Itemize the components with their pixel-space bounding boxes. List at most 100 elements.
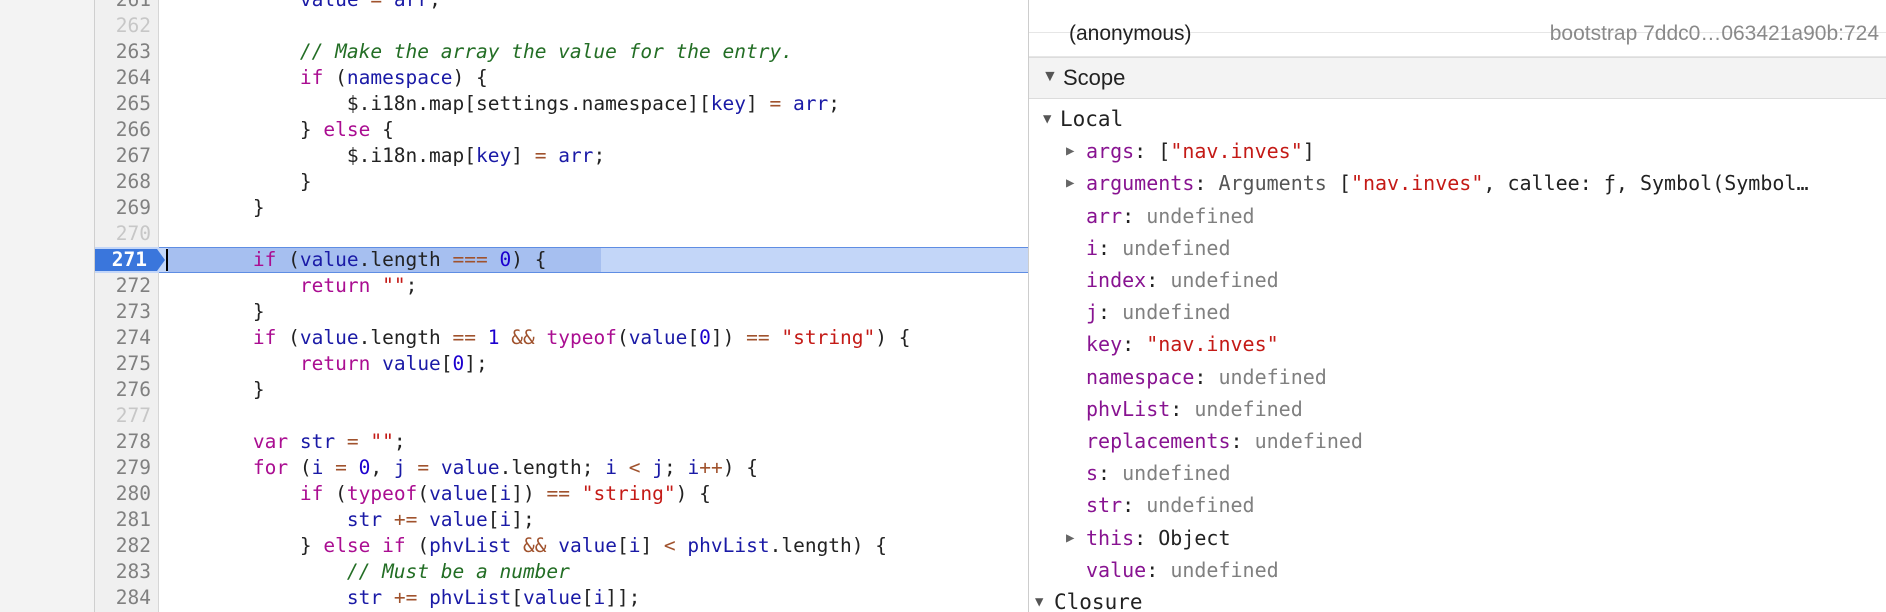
scope-variable-arr[interactable]: arr: undefined	[1029, 200, 1886, 232]
scope-variable-text: index: undefined	[1086, 264, 1279, 296]
code-line: 269 }	[95, 195, 1028, 221]
code-token: }	[159, 196, 265, 219]
code-token: &&	[511, 326, 535, 349]
expand-arrow-icon[interactable]: ▶	[1066, 135, 1074, 167]
variable-name: phvList	[1086, 396, 1171, 421]
variable-name: this	[1086, 525, 1135, 550]
code-token: =	[417, 456, 430, 479]
line-number[interactable]: 276	[95, 377, 151, 403]
code-token: <	[663, 534, 676, 557]
scope-variable-j[interactable]: j: undefined	[1029, 296, 1886, 328]
scope-variable-value[interactable]: value: undefined	[1029, 554, 1886, 586]
code-text: if (namespace) {	[159, 65, 488, 91]
line-number[interactable]: 281	[95, 507, 151, 533]
code-token: =	[370, 0, 382, 11]
variable-name: arguments	[1086, 171, 1195, 196]
code-line-paused: 271 if (value.length === 0) {	[95, 247, 1028, 273]
scope-variable-text: i: undefined	[1086, 232, 1231, 264]
separator: :	[1134, 139, 1159, 164]
scope-variable-index[interactable]: index: undefined	[1029, 264, 1886, 296]
line-number[interactable]: 261	[95, 0, 151, 13]
scope-variable-arguments[interactable]: ▶ arguments: Arguments ["nav.inves", call…	[1029, 167, 1886, 199]
code-token: }	[159, 300, 265, 323]
line-number[interactable]: 277	[95, 403, 151, 429]
line-number[interactable]: 275	[95, 351, 151, 377]
code-token: value	[382, 352, 441, 375]
line-number[interactable]: 265	[95, 91, 151, 117]
code-line: 282 } else if (phvList && value[i] < phv…	[95, 533, 1028, 559]
expand-arrow-icon[interactable]: ▶	[1066, 167, 1074, 199]
line-number[interactable]: 283	[95, 559, 151, 585]
variable-value: undefined	[1194, 396, 1303, 421]
line-number[interactable]: 266	[95, 117, 151, 143]
line-number[interactable]: 268	[95, 169, 151, 195]
line-number[interactable]: 270	[95, 221, 151, 247]
variable-value: undefined	[1122, 461, 1231, 486]
code-token: value	[440, 456, 500, 479]
scope-variable-phvList[interactable]: phvList: undefined	[1029, 393, 1886, 425]
code-token: [	[687, 326, 700, 349]
scope-variable-text: args: ["nav.inves"]	[1086, 135, 1315, 167]
scope-variable-namespace[interactable]: namespace: undefined	[1029, 361, 1886, 393]
call-stack-frame[interactable]: (anonymous) bootstrap 7ddc0…063421a90b:7…	[1029, 14, 1886, 57]
scope-variable-this[interactable]: ▶ this: Object	[1029, 522, 1886, 554]
variable-value: undefined	[1218, 364, 1327, 389]
code-token: key	[475, 144, 512, 167]
line-number[interactable]: 267	[95, 143, 151, 169]
scope-variable-key[interactable]: key: "nav.inves"	[1029, 328, 1886, 360]
code-line: 281 str += value[i];	[95, 507, 1028, 533]
local-scope-header[interactable]: ▼ Local	[1029, 103, 1886, 135]
line-number[interactable]: 269	[95, 195, 151, 221]
scope-variable-s[interactable]: s: undefined	[1029, 457, 1886, 489]
variable-name: namespace	[1086, 364, 1195, 389]
scope-variable-args[interactable]: ▶ args: ["nav.inves"]	[1029, 135, 1886, 167]
code-token: value	[429, 508, 488, 531]
code-token: $.i18n.map[settings.namespace][	[346, 92, 711, 115]
scope-variable-str[interactable]: str: undefined	[1029, 489, 1886, 521]
call-frame-location[interactable]: bootstrap 7ddc0…063421a90b:724	[1550, 22, 1879, 46]
scope-variable-i[interactable]: i: undefined	[1029, 232, 1886, 264]
code-line: 267 $.i18n.map[key] = arr;	[95, 143, 1028, 169]
code-token: if	[299, 66, 324, 89]
code-token: }	[159, 378, 265, 401]
scope-section-header[interactable]: ▼ Scope	[1029, 57, 1886, 99]
variable-value: Arguments ["nav.inves", callee: ƒ, Symbo…	[1218, 171, 1808, 195]
line-number[interactable]: 282	[95, 533, 151, 559]
code-token: value	[299, 248, 359, 271]
code-token: 0	[452, 352, 465, 375]
line-number[interactable]: 263	[95, 39, 151, 65]
scope-variable-replacements[interactable]: replacements: undefined	[1029, 425, 1886, 457]
line-number[interactable]: 273	[95, 299, 151, 325]
code-token: }	[159, 534, 324, 557]
code-token: i	[605, 456, 617, 479]
line-number[interactable]: 274	[95, 325, 151, 351]
scope-title: Scope	[1063, 65, 1126, 90]
code-editor[interactable]: 261 value = arr;262263 // Make the array…	[95, 0, 1028, 612]
code-token: [	[440, 352, 453, 375]
breakpoint-marker[interactable]: 271	[95, 249, 157, 271]
line-number[interactable]: 262	[95, 13, 151, 39]
line-number[interactable]: 278	[95, 429, 151, 455]
separator: :	[1122, 493, 1147, 518]
code-line: 279 for (i = 0, j = value.length; i < j;…	[95, 455, 1028, 481]
line-number[interactable]: 264	[95, 65, 151, 91]
code-token: ;	[664, 456, 688, 479]
line-number[interactable]: 284	[95, 585, 151, 611]
code-token: value	[558, 534, 617, 557]
code-token: i	[593, 586, 606, 609]
line-number[interactable]: 279	[95, 455, 151, 481]
value-part: "nav.inves"	[1170, 139, 1303, 164]
line-number[interactable]: 280	[95, 481, 151, 507]
code-text: }	[159, 377, 265, 403]
expand-arrow-icon[interactable]: ▶	[1066, 522, 1074, 554]
closure-scope-header[interactable]: ▼ Closure	[1029, 586, 1886, 612]
code-token: ;	[429, 0, 441, 11]
code-token: [	[511, 586, 523, 609]
line-number[interactable]: 272	[95, 273, 151, 299]
